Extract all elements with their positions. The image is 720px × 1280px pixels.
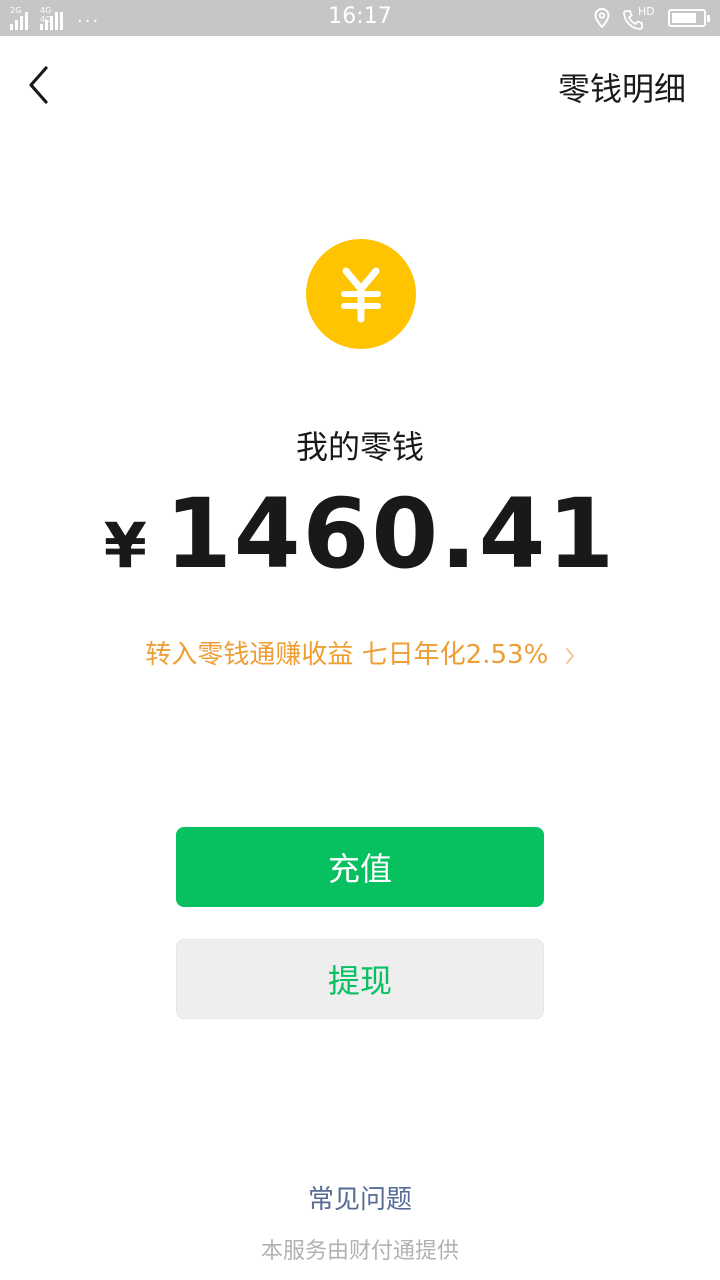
battery-icon xyxy=(668,9,710,27)
hd-label: HD xyxy=(638,5,655,18)
chevron-left-icon xyxy=(29,66,48,104)
wallet-title: 我的零钱 xyxy=(295,428,424,466)
change-details-link[interactable]: 零钱明细 xyxy=(558,64,686,110)
recharge-button[interactable]: 充值 xyxy=(176,827,544,907)
lingqiantong-promo-link[interactable]: 转入零钱通赚收益 七日年化2.53% xyxy=(0,634,720,671)
balance-display: ¥ 1460.41 xyxy=(0,478,720,590)
status-right: HD xyxy=(594,5,710,30)
back-button[interactable] xyxy=(22,62,62,108)
chevron-right-icon xyxy=(565,647,574,664)
currency-symbol: ¥ xyxy=(103,509,147,582)
faq-link[interactable]: 常见问题 xyxy=(0,1179,720,1216)
balance-amount: 1460.41 xyxy=(164,478,617,590)
yuan-coin-icon xyxy=(306,239,416,349)
hd-call-icon: HD xyxy=(622,5,656,30)
location-icon xyxy=(594,8,610,28)
battery-fill xyxy=(672,13,696,23)
provider-note: 本服务由财付通提供 xyxy=(260,1239,459,1264)
withdraw-button[interactable]: 提现 xyxy=(176,939,544,1019)
promo-text: 转入零钱通赚收益 七日年化2.53% xyxy=(145,640,549,670)
status-bar: 2G 4G 4G ··· 16:17 HD xyxy=(0,0,720,36)
